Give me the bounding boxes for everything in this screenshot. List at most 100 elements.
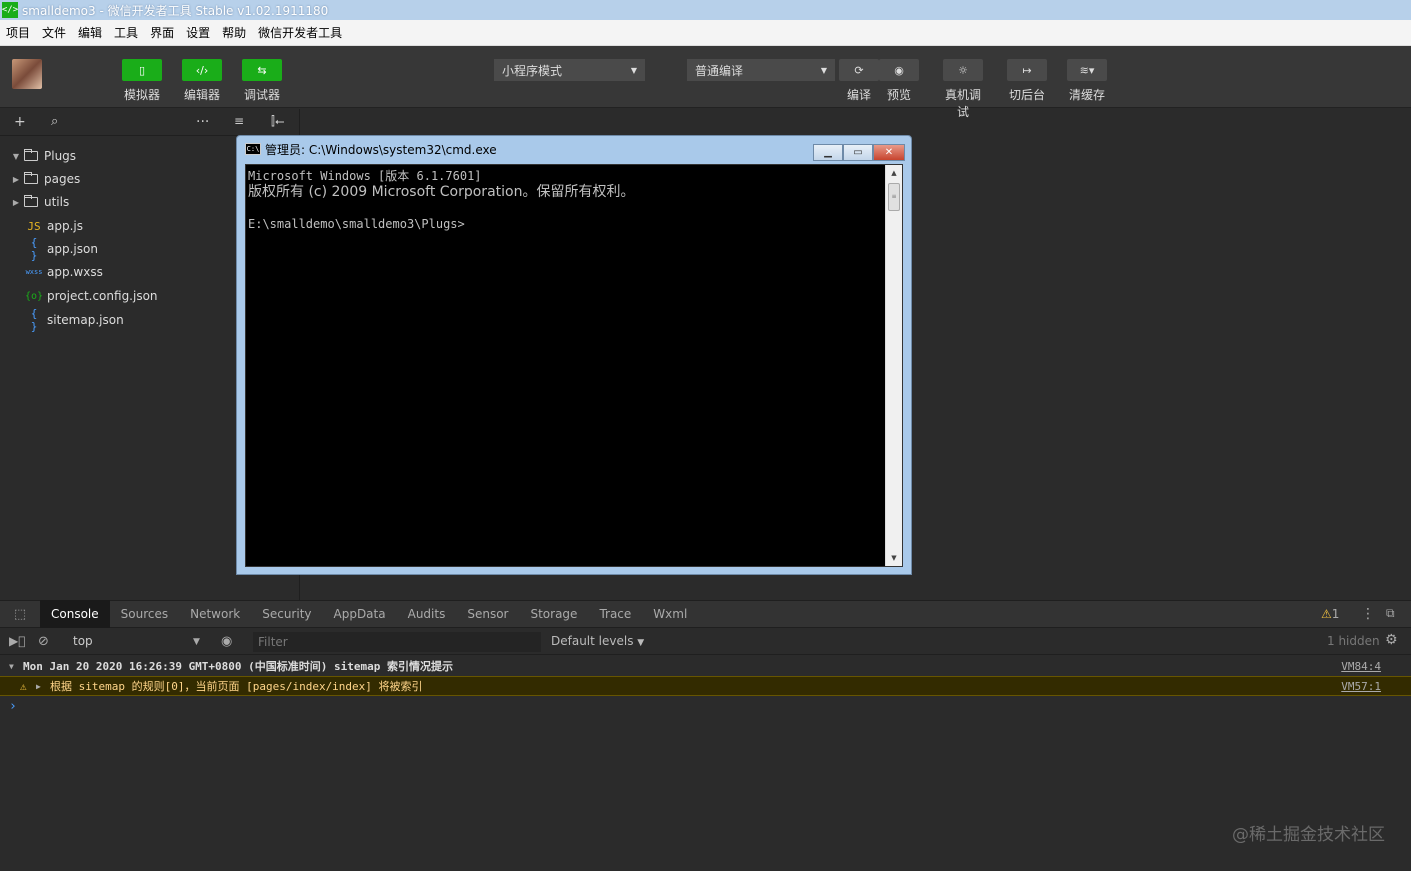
cmd-titlebar[interactable]: C:\ 管理员: C:\Windows\system32\cmd.exe bbox=[237, 136, 911, 162]
cmd-title: 管理员: C:\Windows\system32\cmd.exe bbox=[265, 142, 497, 157]
menu-help[interactable]: 帮助 bbox=[222, 24, 246, 41]
avatar[interactable] bbox=[12, 59, 42, 89]
code-icon: ‹/› bbox=[182, 59, 222, 81]
window-title: smalldemo3 - 微信开发者工具 Stable v1.02.191118… bbox=[22, 3, 329, 18]
mode-select[interactable]: 小程序模式 ▼ bbox=[494, 59, 645, 81]
clear-cache-button[interactable]: ≋▾ 清缓存 bbox=[1065, 59, 1109, 103]
folder-icon bbox=[24, 172, 38, 184]
preview-button[interactable]: ◉ 预览 bbox=[877, 59, 921, 103]
more-vertical-icon[interactable]: ⋮ bbox=[1361, 606, 1375, 622]
tab-network[interactable]: Network bbox=[179, 600, 251, 628]
tab-audits[interactable]: Audits bbox=[397, 600, 457, 628]
tree-folder-plugs[interactable]: ▼ Plugs bbox=[8, 146, 76, 166]
warning-counter[interactable]: ⚠1 bbox=[1321, 607, 1339, 621]
scroll-down-arrow-icon[interactable]: ▼ bbox=[886, 550, 902, 566]
chevron-down-icon: ▼ bbox=[630, 65, 637, 75]
menu-project[interactable]: 项目 bbox=[6, 24, 30, 41]
gear-icon[interactable]: ⚙ bbox=[1385, 632, 1398, 648]
console-group-header[interactable]: ▼ Mon Jan 20 2020 16:26:39 GMT+0800 (中国标… bbox=[0, 656, 1411, 676]
menu-interface[interactable]: 界面 bbox=[150, 24, 174, 41]
tree-folder-utils[interactable]: ▶ utils bbox=[8, 192, 69, 212]
tab-appdata[interactable]: AppData bbox=[323, 600, 397, 628]
preview-label: 预览 bbox=[886, 88, 911, 102]
tab-wxml[interactable]: Wxml bbox=[642, 600, 698, 628]
filter-input[interactable] bbox=[253, 632, 541, 652]
tree-file-app-json[interactable]: { } app.json bbox=[25, 236, 98, 262]
menu-file[interactable]: 文件 bbox=[42, 24, 66, 41]
tab-console[interactable]: Console bbox=[40, 600, 110, 628]
chevron-down-icon[interactable]: ▼ bbox=[193, 637, 200, 647]
cmd-scrollbar[interactable]: ▲ ≡ ▼ bbox=[885, 165, 902, 566]
editor-button[interactable]: ‹/› 编辑器 bbox=[180, 59, 224, 103]
cmd-line: Microsoft Windows [版本 6.1.7601] bbox=[248, 169, 482, 183]
menu-edit[interactable]: 编辑 bbox=[78, 24, 102, 41]
tab-security[interactable]: Security bbox=[251, 600, 322, 628]
close-button[interactable]: ✕ bbox=[873, 144, 905, 161]
cmd-line bbox=[248, 200, 634, 216]
compile-button[interactable]: ⟳ 编译 bbox=[837, 59, 881, 103]
cmd-console[interactable]: Microsoft Windows [版本 6.1.7601] 版权所有 (c) … bbox=[245, 164, 903, 567]
more-icon[interactable]: ··· bbox=[196, 114, 209, 130]
phone-icon: ▯ bbox=[122, 59, 162, 81]
folder-icon bbox=[24, 195, 38, 207]
eye-icon[interactable]: ◉ bbox=[221, 634, 232, 649]
search-icon[interactable]: ⌕ bbox=[51, 114, 58, 129]
remote-debug-button[interactable]: ☼ 真机调试 bbox=[941, 59, 985, 120]
js-file-icon: JS bbox=[27, 219, 41, 233]
warning-count: 1 bbox=[1331, 607, 1340, 621]
refresh-icon: ⟳ bbox=[839, 59, 879, 81]
tree-folder-pages[interactable]: ▶ pages bbox=[8, 169, 80, 189]
add-icon[interactable]: + bbox=[14, 114, 26, 130]
context-select-value: top bbox=[73, 634, 93, 648]
outline-icon[interactable]: ≡ bbox=[234, 114, 244, 128]
tree-file-sitemap-json[interactable]: { } sitemap.json bbox=[25, 307, 124, 333]
menu-settings[interactable]: 设置 bbox=[186, 24, 210, 41]
context-select[interactable]: top bbox=[73, 634, 93, 648]
inspect-element-icon[interactable]: ⬚ bbox=[0, 607, 40, 622]
tab-trace[interactable]: Trace bbox=[588, 600, 642, 628]
menubar: 项目 文件 编辑 工具 界面 设置 帮助 微信开发者工具 bbox=[0, 20, 1411, 46]
hidden-count: 1 hidden bbox=[1327, 634, 1380, 648]
clear-console-icon[interactable]: ⊘ bbox=[38, 634, 49, 649]
cmd-window[interactable]: C:\ 管理员: C:\Windows\system32\cmd.exe ▁ ▭… bbox=[236, 135, 912, 575]
compile-label: 编译 bbox=[846, 88, 871, 102]
tree-item-label: pages bbox=[44, 172, 81, 186]
window-titlebar: </> smalldemo3 - 微信开发者工具 Stable v1.02.19… bbox=[0, 0, 1411, 20]
source-link[interactable]: VM84:4 bbox=[1341, 660, 1381, 673]
source-link[interactable]: VM57:1 bbox=[1341, 680, 1381, 693]
console-warning-row[interactable]: ⚠ ▶ 根据 sitemap 的规则[0]，当前页面 [pages/index/… bbox=[0, 676, 1411, 696]
bug-icon: ☼ bbox=[943, 59, 983, 81]
sidebar-toggle-icon[interactable]: ▶⃞ bbox=[9, 634, 25, 648]
warning-icon: ⚠ bbox=[20, 679, 27, 693]
tree-file-app-js[interactable]: JS app.js bbox=[25, 216, 83, 236]
chevron-right-icon[interactable]: ▶ bbox=[36, 682, 50, 691]
compile-select[interactable]: 普通编译 ▼ bbox=[687, 59, 835, 81]
minimize-button[interactable]: ▁ bbox=[813, 144, 843, 161]
simulator-button[interactable]: ▯ 模拟器 bbox=[120, 59, 164, 103]
wechat-devtools-icon: </> bbox=[2, 2, 18, 18]
clear-cache-label: 清缓存 bbox=[1068, 88, 1105, 102]
collapse-icon[interactable]: ⫿⭠ bbox=[271, 114, 284, 129]
mode-select-value: 小程序模式 bbox=[502, 63, 563, 78]
menu-tools[interactable]: 工具 bbox=[114, 24, 138, 41]
debugger-button[interactable]: ⇆ 调试器 bbox=[240, 59, 284, 103]
background-button[interactable]: ↦ 切后台 bbox=[1005, 59, 1049, 103]
tree-file-app-wxss[interactable]: wxss app.wxss bbox=[25, 262, 103, 282]
tree-file-project-config[interactable]: {o} project.config.json bbox=[25, 286, 158, 306]
tree-item-label: project.config.json bbox=[47, 289, 158, 303]
levels-select[interactable]: Default levels ▼ bbox=[551, 634, 644, 648]
warning-icon: ⚠ bbox=[1321, 607, 1332, 621]
eye-icon: ◉ bbox=[879, 59, 919, 81]
menu-wechat-devtools[interactable]: 微信开发者工具 bbox=[258, 24, 342, 41]
maximize-button[interactable]: ▭ bbox=[843, 144, 873, 161]
undock-icon[interactable]: ⧉ bbox=[1386, 606, 1395, 621]
compile-select-value: 普通编译 bbox=[695, 63, 744, 78]
scroll-up-arrow-icon[interactable]: ▲ bbox=[886, 165, 902, 181]
tree-item-label: sitemap.json bbox=[47, 313, 124, 327]
console-prompt[interactable]: › bbox=[0, 696, 1411, 716]
tab-sources[interactable]: Sources bbox=[110, 600, 179, 628]
tab-storage[interactable]: Storage bbox=[519, 600, 588, 628]
cmd-line: 版权所有 (c) 2009 Microsoft Corporation。保留所有… bbox=[248, 184, 635, 200]
tab-sensor[interactable]: Sensor bbox=[456, 600, 519, 628]
scroll-thumb[interactable]: ≡ bbox=[888, 183, 900, 211]
